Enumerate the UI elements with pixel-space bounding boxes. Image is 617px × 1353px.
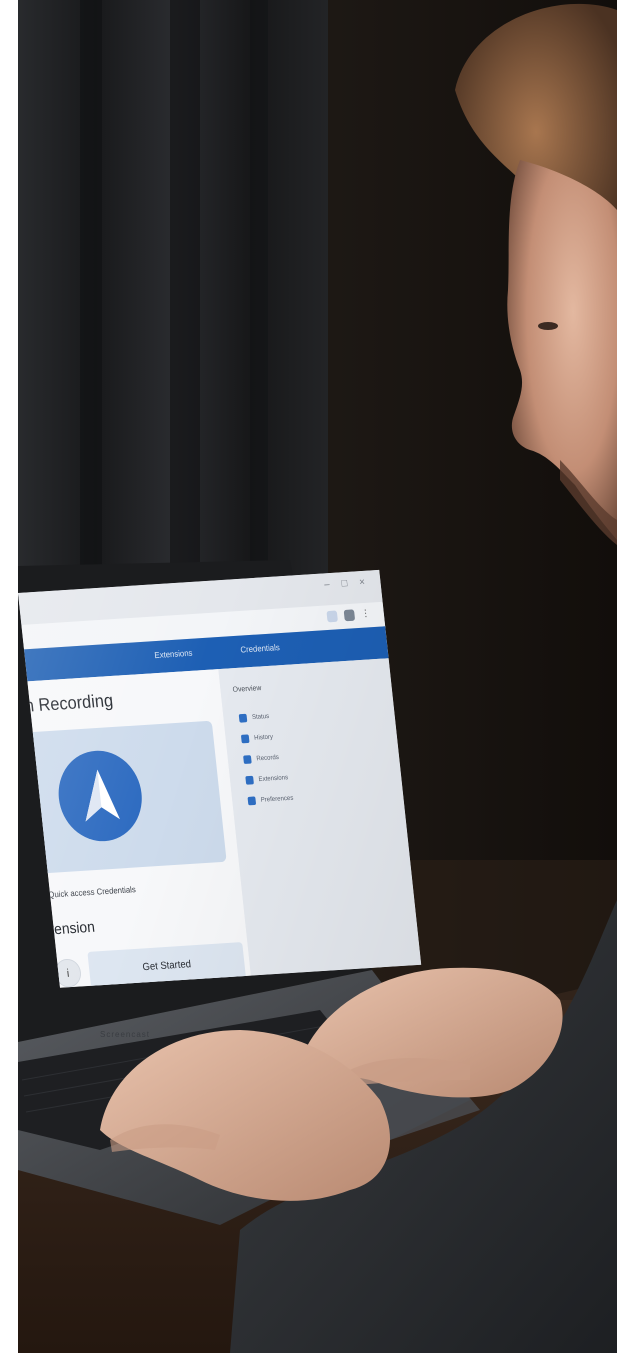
sidebar-item-label: Extensions: [258, 774, 289, 783]
preferences-icon: [247, 795, 257, 805]
nav-link-extensions[interactable]: Extensions: [154, 648, 193, 660]
extension-icons: ⋮: [326, 608, 371, 623]
sidebar-item-label: Status: [251, 712, 270, 721]
caption-text: Quick access Credentials: [47, 884, 137, 900]
logo: [54, 748, 147, 844]
sidebar-item-history[interactable]: History: [240, 725, 288, 749]
sidebar-heading: Overview: [232, 683, 262, 694]
history-icon: [240, 733, 250, 743]
minimize-icon[interactable]: –: [324, 579, 330, 591]
close-icon[interactable]: ×: [359, 577, 366, 589]
sidebar: Overview Status History Records Extensio…: [218, 658, 422, 976]
extensions-icon: [245, 775, 254, 785]
sidebar-item-status[interactable]: Status: [238, 705, 286, 729]
menu-icon[interactable]: ⋮: [361, 608, 371, 620]
sidebar-item-label: Preferences: [260, 794, 294, 804]
sidebar-item-label: Records: [256, 753, 280, 762]
sidebar-item-records[interactable]: Records: [242, 746, 290, 770]
navigation-arrow-icon: [85, 769, 120, 822]
sidebar-item-preferences[interactable]: Preferences: [247, 787, 295, 811]
sidebar-item-label: History: [253, 733, 274, 742]
maximize-icon[interactable]: □: [341, 578, 348, 590]
window-controls: – □ ×: [324, 577, 366, 591]
nav-link-credentials[interactable]: Credentials: [240, 643, 280, 655]
hero-card: [20, 720, 227, 874]
extension-icon[interactable]: [326, 610, 338, 623]
sidebar-item-extensions[interactable]: Extensions: [245, 767, 293, 791]
photo-scene: – □ × ⋮ Extensions Credentials n Recordi…: [0, 0, 617, 1353]
laptop-brand-text: Screencast: [100, 1030, 151, 1039]
laptop-screen: – □ × ⋮ Extensions Credentials n Recordi…: [18, 569, 422, 988]
status-icon: [238, 713, 248, 723]
records-icon: [243, 754, 252, 764]
page-title: n Recording: [23, 691, 115, 717]
main-panel: n Recording Quick access Credentials xte…: [20, 669, 251, 988]
puzzle-icon[interactable]: [343, 609, 356, 622]
sidebar-list: Status History Records Extensions Prefer…: [238, 705, 294, 811]
